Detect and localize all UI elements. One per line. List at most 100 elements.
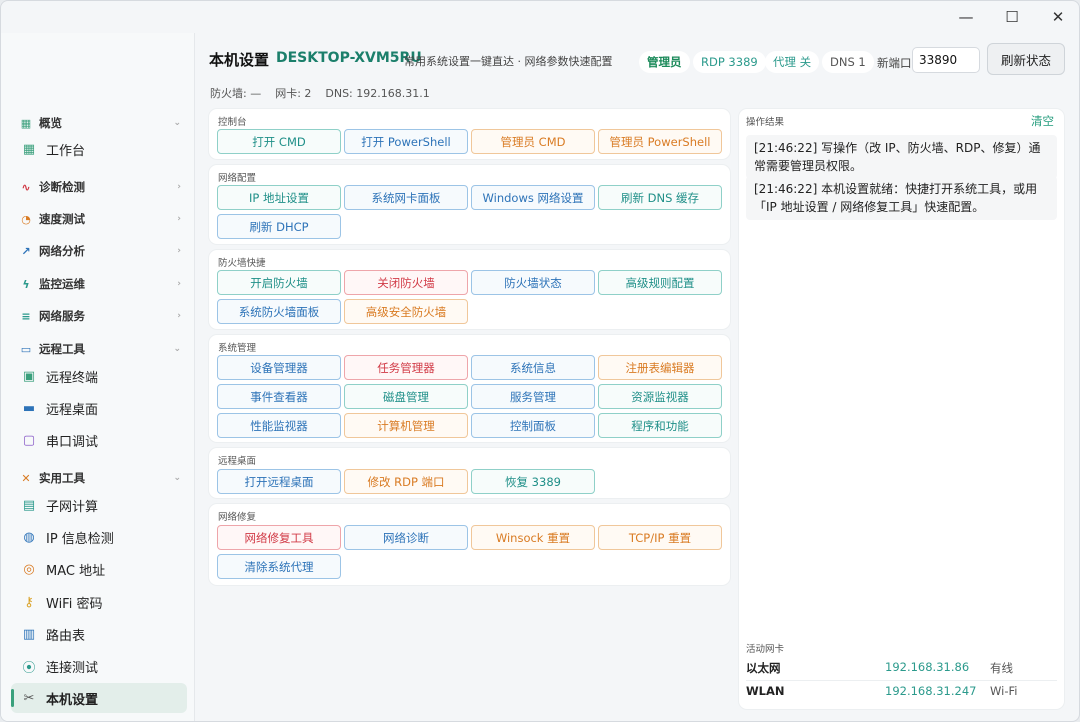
sidebar-item-mac-address[interactable]: ◎ MAC 地址 [11,554,187,584]
tcpip-reset-button[interactable]: TCP/IP 重置 [598,525,722,550]
registry-editor-button[interactable]: 注册表编辑器 [598,355,722,380]
maximize-button[interactable]: ☐ [989,1,1035,33]
page-title: 本机设置 [209,51,270,69]
firewall-status-button[interactable]: 防火墙状态 [471,270,595,295]
admin-badge: 管理员 [639,51,690,73]
enable-firewall-button[interactable]: 开启防火墙 [217,270,341,295]
system-firewall-panel-button[interactable]: 系统防火墙面板 [217,299,341,324]
sidebar-item-label: IP 信息检测 [46,531,114,547]
sidebar-item-remote-terminal[interactable]: ▣ 远程终端 [11,361,187,391]
chevron-right-icon: › [177,214,181,224]
sidebar: ▦ 概览 ⌄ ▦ 工作台 ∿ 诊断检测 › ◔ 速度测试 › ↗ 网络分析 › … [1,33,195,721]
globe-icon: ◍ [23,529,35,545]
sidebar-group-monitor[interactable]: ϟ 监控运维 › [19,276,181,292]
sidebar-item-local-settings[interactable]: ✂ 本机设置 [11,683,187,713]
open-powershell-button[interactable]: 打开 PowerShell [344,129,468,154]
sidebar-item-label: 远程桌面 [46,402,99,418]
open-cmd-button[interactable]: 打开 CMD [217,129,341,154]
refresh-button[interactable]: 刷新状态 [987,43,1065,75]
section-title: 网络配置 [218,173,257,184]
network-diagnostics-button[interactable]: 网络诊断 [344,525,468,550]
sidebar-group-diagnostics[interactable]: ∿ 诊断检测 › [19,179,181,195]
active-nics-title: 活动网卡 [746,644,785,655]
change-rdp-port-button[interactable]: 修改 RDP 端口 [344,469,468,494]
signal-icon: ⦿ [22,660,36,676]
tools-icon: ✂ [23,690,35,706]
clear-button[interactable]: 清空 [1031,113,1054,129]
sidebar-group-remote[interactable]: ▭ 远程工具 ⌄ [19,341,181,357]
sidebar-item-route-table[interactable]: ▥ 路由表 [11,619,187,649]
sidebar-item-label: 子网计算 [46,499,99,515]
computer-management-button[interactable]: 计算机管理 [344,413,468,438]
fingerprint-icon: ◎ [23,561,35,577]
close-button[interactable]: ✕ [1035,1,1079,33]
page-subtitle: 常用系统设置一键直达 · 网络参数快速配置 [404,55,613,68]
disable-firewall-button[interactable]: 关闭防火墙 [344,270,468,295]
sidebar-item-wifi-password[interactable]: ⚷ WiFi 密码 [11,587,187,617]
sidebar-item-subnet-calc[interactable]: ▤ 子网计算 [11,490,187,520]
chevron-down-icon: ⌄ [173,473,181,483]
sidebar-group-overview[interactable]: ▦ 概览 ⌄ [19,115,181,131]
hostname: DESKTOP-XVM5RU [276,50,422,66]
firewall-section: 防火墙快捷 开启防火墙 关闭防火墙 防火墙状态 高级规则配置 系统防火墙面板 高… [209,250,730,329]
admin-powershell-button[interactable]: 管理员 PowerShell [598,129,722,154]
flush-dns-button[interactable]: 刷新 DNS 缓存 [598,185,722,210]
pulse-icon: ∿ [21,180,31,194]
rdp-badge: RDP 3389 [693,51,766,73]
close-icon: ✕ [1051,8,1065,26]
sidebar-item-connection-test[interactable]: ⦿ 连接测试 [11,651,187,681]
sidebar-group-analysis[interactable]: ↗ 网络分析 › [19,243,181,259]
grid-icon: ▦ [20,116,32,130]
programs-features-button[interactable]: 程序和功能 [598,413,722,438]
sidebar-group-utilities[interactable]: ✕ 实用工具 ⌄ [19,470,181,486]
port-input[interactable]: 33890 [912,47,980,73]
resource-monitor-button[interactable]: 资源监视器 [598,384,722,409]
advanced-security-firewall-button[interactable]: 高级安全防火墙 [344,299,468,324]
network-repair-tool-button[interactable]: 网络修复工具 [217,525,341,550]
chevron-right-icon: › [177,311,181,321]
sidebar-item-ip-check[interactable]: ◍ IP 信息检测 [11,522,187,552]
restore-3389-button[interactable]: 恢复 3389 [471,469,595,494]
adapter-panel-button[interactable]: 系统网卡面板 [344,185,468,210]
task-manager-button[interactable]: 任务管理器 [344,355,468,380]
sidebar-group-speed[interactable]: ◔ 速度测试 › [19,211,181,227]
sidebar-group-services[interactable]: ≡ 网络服务 › [19,308,181,324]
sidebar-item-label: MAC 地址 [46,563,106,579]
console-section: 控制台 打开 CMD 打开 PowerShell 管理员 CMD 管理员 Pow… [209,109,730,159]
grid-icon: ▦ [22,141,36,157]
device-manager-button[interactable]: 设备管理器 [217,355,341,380]
results-panel: 操作结果 清空 [21:46:22] 写操作（改 IP、防火墙、RDP、修复）通… [739,109,1064,709]
sidebar-group-label: 监控运维 [39,277,85,291]
services-button[interactable]: 服务管理 [471,384,595,409]
chevron-right-icon: › [177,279,181,289]
ip-settings-button[interactable]: IP 地址设置 [217,185,341,210]
section-title: 防火墙快捷 [218,258,266,269]
sidebar-item-label: 工作台 [46,143,86,159]
performance-monitor-button[interactable]: 性能监视器 [217,413,341,438]
gauge-icon: ◔ [21,212,31,226]
sidebar-item-workbench[interactable]: ▦ 工作台 [11,134,187,164]
open-remote-desktop-button[interactable]: 打开远程桌面 [217,469,341,494]
log-entry: [21:46:22] 本机设置就绪：快捷打开系统工具，或用「IP 地址设置 / … [746,176,1057,220]
control-panel-button[interactable]: 控制面板 [471,413,595,438]
nic-ip: 192.168.31.86 [885,660,970,674]
system-info-button[interactable]: 系统信息 [471,355,595,380]
sidebar-item-remote-desktop[interactable]: ▬ 远程桌面 [11,393,187,423]
terminal-icon: ▭ [20,342,32,356]
minimize-button[interactable]: — [943,1,989,33]
winsock-reset-button[interactable]: Winsock 重置 [471,525,595,550]
advanced-rules-button[interactable]: 高级规则配置 [598,270,722,295]
system-section: 系统管理 设备管理器 任务管理器 系统信息 注册表编辑器 事件查看器 磁盘管理 … [209,335,730,442]
sidebar-item-label: 路由表 [46,628,86,644]
nic-name: WLAN [746,684,785,698]
disk-management-button[interactable]: 磁盘管理 [344,384,468,409]
renew-dhcp-button[interactable]: 刷新 DHCP [217,214,341,239]
clear-proxy-button[interactable]: 清除系统代理 [217,554,341,579]
admin-cmd-button[interactable]: 管理员 CMD [471,129,595,154]
event-viewer-button[interactable]: 事件查看器 [217,384,341,409]
chevron-right-icon: › [177,246,181,256]
minimize-icon: — [958,8,974,26]
sidebar-item-serial-debug[interactable]: ▢ 串口调试 [11,425,187,455]
windows-network-settings-button[interactable]: Windows 网络设置 [471,185,595,210]
nic-row: 以太网 192.168.31.86 有线 [746,657,1057,679]
